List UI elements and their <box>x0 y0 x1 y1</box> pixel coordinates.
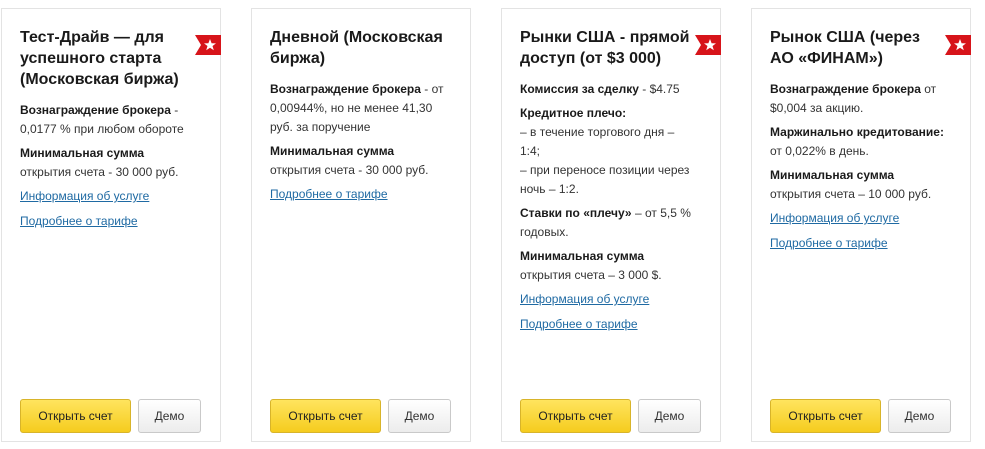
broker-fee: Вознаграждение брокера - 0,0177 % при лю… <box>20 103 184 136</box>
card-title: Рынки США - прямой доступ (от $3 000) <box>520 29 690 67</box>
service-info-link[interactable]: Информация об услуге <box>770 209 944 228</box>
service-info-link[interactable]: Информация об услуге <box>20 187 194 206</box>
demo-button[interactable]: Демо <box>888 399 951 433</box>
leverage-rates: Ставки по «плечу» – от 5,5 % годовых. <box>520 206 691 239</box>
broker-fee: Вознаграждение брокера от $0,004 за акци… <box>770 82 937 115</box>
card-title: Тест-Драйв — для успешного старта (Моско… <box>20 29 179 88</box>
star-icon <box>945 35 971 55</box>
tariff-details-link[interactable]: Подробнее о тарифе <box>520 315 694 334</box>
open-account-button[interactable]: Открыть счет <box>270 399 381 433</box>
tariff-card-us-finam: Рынок США (через АО «ФИНАМ») Вознагражде… <box>751 8 971 442</box>
card-title: Дневной (Московская биржа) <box>270 29 443 67</box>
tariff-details-link[interactable]: Подробнее о тарифе <box>20 212 194 231</box>
star-icon <box>195 35 221 55</box>
tariff-details-link[interactable]: Подробнее о тарифе <box>270 185 444 204</box>
broker-fee: Вознаграждение брокера - от 0,00944%, но… <box>270 82 444 134</box>
demo-button[interactable]: Демо <box>388 399 451 433</box>
min-amount: Минимальная сумма открытия счета - 30 00… <box>20 146 179 179</box>
trade-commission: Комиссия за сделку - $4.75 <box>520 82 680 96</box>
min-amount: Минимальная сумма открытия счета – 3 000… <box>520 249 662 282</box>
leverage: Кредитное плечо: – в течение торгового д… <box>520 106 690 196</box>
tariff-card-us-direct: Рынки США - прямой доступ (от $3 000) Ко… <box>501 8 721 442</box>
open-account-button[interactable]: Открыть счет <box>520 399 631 433</box>
star-icon <box>695 35 721 55</box>
demo-button[interactable]: Демо <box>638 399 701 433</box>
margin-lending: Маржинально кредитование: от 0,022% в де… <box>770 125 944 158</box>
open-account-button[interactable]: Открыть счет <box>20 399 131 433</box>
min-amount: Минимальная сумма открытия счета - 30 00… <box>270 144 429 177</box>
card-title: Рынок США (через АО «ФИНАМ») <box>770 29 920 67</box>
tariff-card-daily: Дневной (Московская биржа) Вознаграждени… <box>251 8 471 442</box>
tariff-card-test-drive: Тест-Драйв — для успешного старта (Моско… <box>1 8 221 442</box>
demo-button[interactable]: Демо <box>138 399 201 433</box>
min-amount: Минимальная сумма открытия счета – 10 00… <box>770 168 932 201</box>
service-info-link[interactable]: Информация об услуге <box>520 290 694 309</box>
open-account-button[interactable]: Открыть счет <box>770 399 881 433</box>
tariff-details-link[interactable]: Подробнее о тарифе <box>770 234 944 253</box>
